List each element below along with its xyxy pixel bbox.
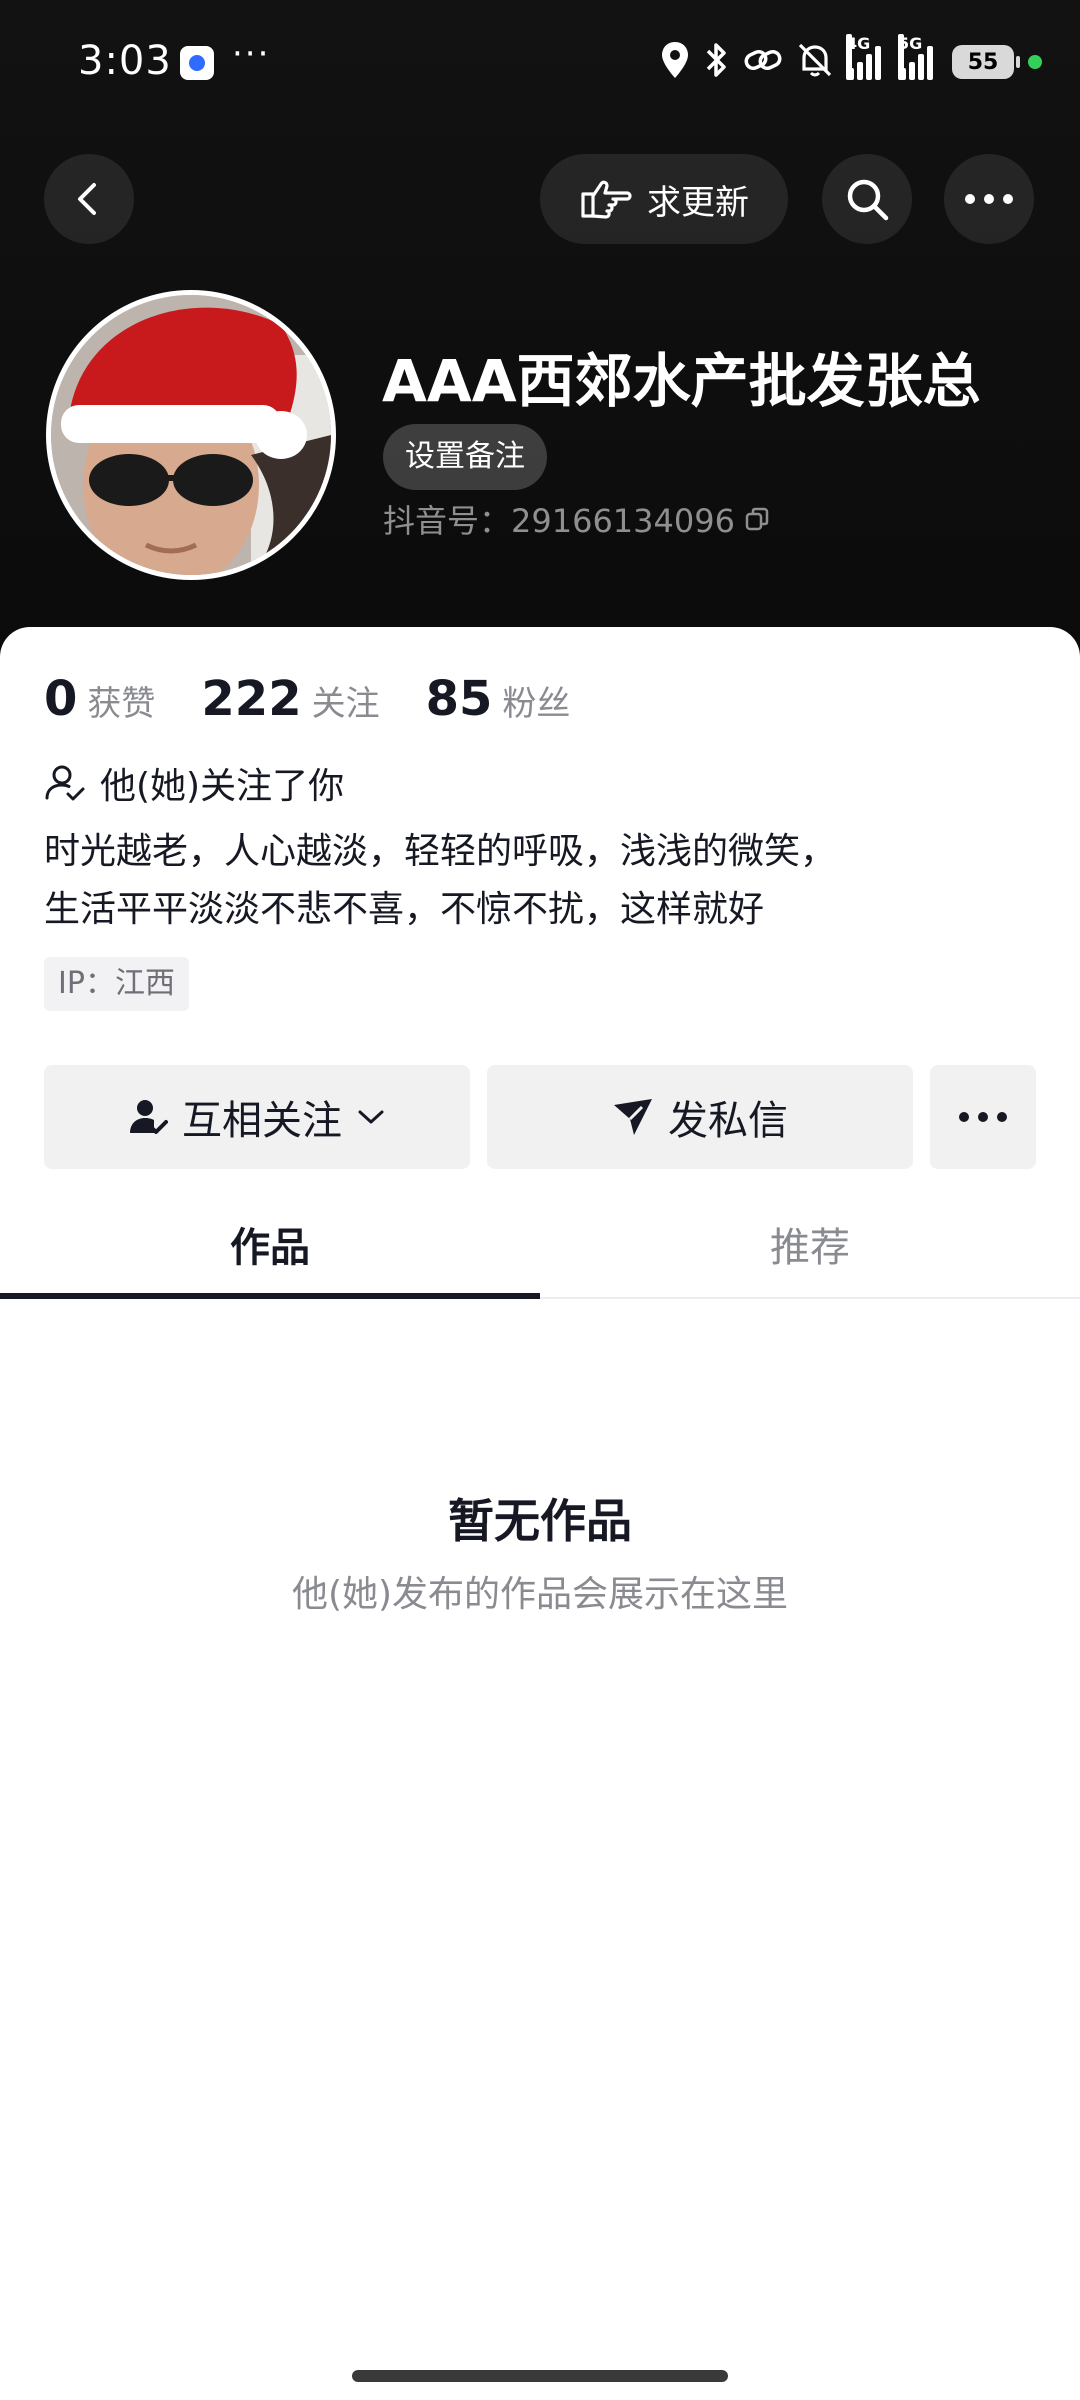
mute-bell-icon [796, 41, 834, 83]
follows-you-text: 他(她)关注了你 [100, 766, 345, 807]
send-message-button[interactable]: 发私信 [487, 1065, 913, 1169]
profile-screen: 3:03 ··· 4G 5G 55 求更新 AAA西郊水产批发张总 设置备注 抖… [0, 0, 1080, 2400]
followers-count: 85 [425, 671, 493, 727]
chevron-down-icon [358, 1110, 384, 1124]
profile-actions: 互相关注 发私信 [44, 1065, 1036, 1169]
profile-stats: 0 获赞 222 关注 85 粉丝 [44, 671, 570, 727]
chevron-left-icon [78, 183, 96, 215]
privacy-indicator-dot [1028, 55, 1042, 69]
profile-name: AAA西郊水产批发张总 [382, 347, 981, 415]
likes-count: 0 [44, 671, 78, 727]
profile-tabs: 作品 推荐 [0, 1199, 1080, 1299]
following-count: 222 [201, 671, 302, 727]
user-check-icon [45, 765, 85, 801]
home-indicator[interactable] [352, 2370, 728, 2382]
more-dots-icon [965, 194, 1013, 204]
link-icon [744, 45, 782, 79]
paper-plane-icon [614, 1099, 652, 1135]
bio-line-2: 生活平平淡淡不悲不喜，不惊不扰，这样就好 [44, 889, 765, 930]
status-icons: 4G 5G 55 [660, 34, 1042, 84]
likes-label: 获赞 [87, 684, 156, 724]
tab-recommend[interactable]: 推荐 [540, 1199, 1080, 1297]
send-message-label: 发私信 [668, 1098, 788, 1144]
more-options-button[interactable] [944, 154, 1034, 244]
ip-location-tag: IP：江西 [44, 957, 189, 1011]
empty-state-title: 暂无作品 [448, 1494, 632, 1548]
status-time: 3:03 [78, 38, 172, 84]
active-tab-indicator [0, 1293, 540, 1299]
search-button[interactable] [822, 154, 912, 244]
bio: 时光越老，人心越淡，轻轻的呼吸，浅浅的微笑， 生活平平淡淡不悲不喜，不惊不扰，这… [44, 823, 1044, 939]
status-more-dots: ··· [232, 34, 271, 74]
request-update-button[interactable]: 求更新 [540, 154, 788, 244]
stat-likes[interactable]: 0 获赞 [44, 671, 155, 727]
search-icon [847, 179, 889, 221]
profile-content-card: 0 获赞 222 关注 85 粉丝 他(她)关注了你 时光越老，人心越淡，轻轻的… [0, 627, 1080, 2400]
bio-line-1: 时光越老，人心越淡，轻轻的呼吸，浅浅的微笑， [44, 831, 837, 872]
mutual-follow-label: 互相关注 [182, 1098, 342, 1144]
avatar[interactable] [46, 290, 336, 580]
stat-following[interactable]: 222 关注 [201, 671, 379, 727]
follows-you-hint: 他(她)关注了你 [44, 757, 344, 809]
location-icon [660, 41, 690, 83]
request-update-label: 求更新 [647, 182, 749, 223]
baidu-app-icon [180, 46, 214, 80]
signal-4g-icon: 4G [846, 34, 886, 80]
copy-icon[interactable] [743, 505, 771, 533]
tab-works[interactable]: 作品 [0, 1199, 540, 1297]
more-actions-button[interactable] [930, 1065, 1036, 1169]
followers-label: 粉丝 [502, 684, 571, 724]
douyin-id[interactable]: 抖音号：29166134096 [383, 496, 771, 542]
following-label: 关注 [311, 684, 380, 724]
back-button[interactable] [44, 154, 134, 244]
avatar-image [51, 295, 331, 575]
set-remark-button[interactable]: 设置备注 [383, 424, 547, 490]
bluetooth-icon [704, 41, 730, 83]
status-bar: 3:03 ··· 4G 5G 55 [0, 0, 1080, 120]
battery-icon: 55 [952, 45, 1020, 79]
mutual-follow-button[interactable]: 互相关注 [44, 1065, 470, 1169]
douyin-id-text: 抖音号：29166134096 [383, 502, 735, 540]
stat-followers[interactable]: 85 粉丝 [426, 671, 571, 727]
more-dots-icon [959, 1112, 1007, 1122]
signal-5g-icon: 5G [898, 34, 938, 80]
empty-state-description: 他(她)发布的作品会展示在这里 [291, 1574, 789, 1615]
pointing-hand-icon [581, 180, 632, 219]
user-check-filled-icon [130, 1100, 168, 1134]
